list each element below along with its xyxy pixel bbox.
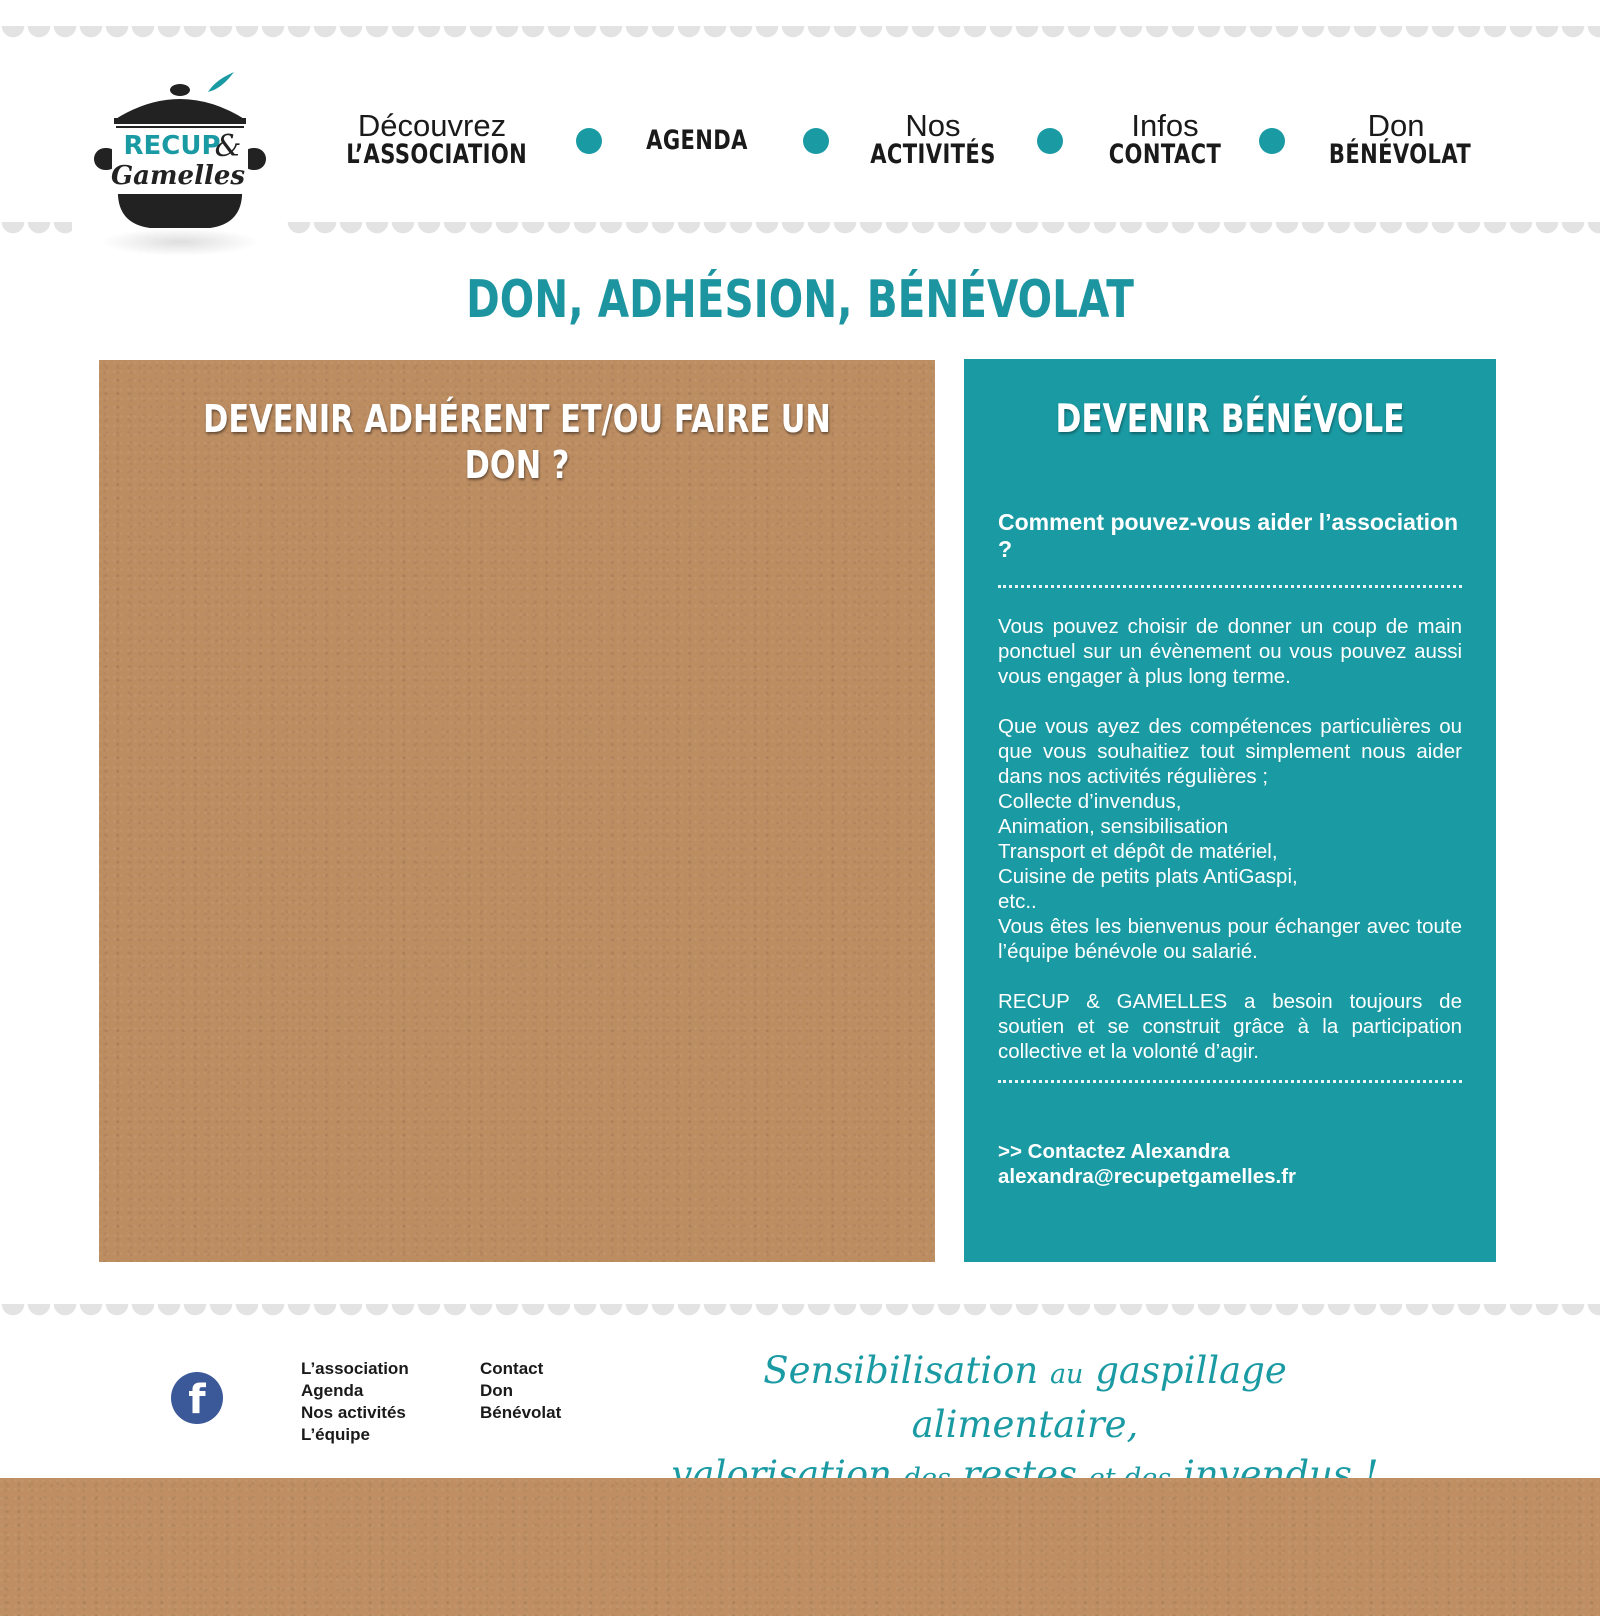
- volunteer-list-item: etc..: [998, 890, 1037, 913]
- volunteer-para-1: Vous pouvez choisir de donner un coup de…: [998, 615, 1462, 688]
- nav-contact[interactable]: Infos CONTACT: [1090, 108, 1240, 170]
- nav-activites[interactable]: Nos ACTIVITÉS: [850, 108, 1016, 170]
- volunteer-list-item: Transport et dépôt de matériel,: [998, 840, 1278, 863]
- volunteer-list-item: Animation, sensibilisation: [998, 815, 1229, 838]
- nav-separator-dot: [803, 128, 829, 154]
- nav-agenda-label: AGENDA: [646, 125, 748, 156]
- footer-link-don[interactable]: Don: [480, 1380, 561, 1402]
- footer-links-col-1: L’association Agenda Nos activités L’équ…: [301, 1358, 409, 1446]
- scallop-border-footer: [0, 1304, 1600, 1324]
- volunteer-para-2-end: Vous êtes les bienvenus pour échanger av…: [998, 915, 1462, 963]
- volunteer-panel-title: DEVENIR BÉNÉVOLE: [1055, 397, 1405, 442]
- volunteer-para-3: RECUP & GAMELLES a besoin toujours de so…: [998, 990, 1462, 1063]
- logo-ampersand: &: [215, 129, 242, 164]
- contact-link[interactable]: >> Contactez Alexandra: [998, 1139, 1478, 1164]
- nav-separator-dot: [1037, 128, 1063, 154]
- nav-activites-line2: ACTIVITÉS: [870, 139, 996, 170]
- nav-association[interactable]: Découvrez L’ASSOCIATION: [322, 108, 542, 170]
- footer-link-agenda[interactable]: Agenda: [301, 1380, 409, 1402]
- nav-activites-line1: Nos: [905, 108, 961, 143]
- donation-panel-title: DEVENIR ADHÉRENT ET/OU FAIRE UN DON ?: [203, 397, 831, 487]
- dotted-divider: [998, 1080, 1462, 1083]
- nav-agenda[interactable]: AGENDA: [612, 112, 782, 156]
- footer-link-contact[interactable]: Contact: [480, 1358, 561, 1380]
- dotted-divider: [998, 585, 1462, 588]
- footer-link-benevolat[interactable]: Bénévolat: [480, 1402, 561, 1424]
- footer-link-activites[interactable]: Nos activités: [301, 1402, 409, 1424]
- footer-kraft-band: [0, 1478, 1600, 1616]
- nav-separator-dot: [576, 128, 602, 154]
- nav-association-line1: Découvrez: [357, 108, 507, 143]
- nav-benevolat-line2: BÉNÉVOLAT: [1328, 139, 1472, 170]
- volunteer-list-item: Collecte d’invendus,: [998, 790, 1182, 813]
- facebook-icon[interactable]: f: [171, 1372, 223, 1424]
- nav-benevolat[interactable]: Don BÉNÉVOLAT: [1310, 108, 1482, 170]
- nav-contact-line2: CONTACT: [1108, 139, 1222, 170]
- steam-icon: [208, 72, 234, 92]
- footer-link-association[interactable]: L’association: [301, 1358, 409, 1380]
- volunteer-description: Vous pouvez choisir de donner un coup de…: [998, 614, 1462, 1089]
- logo-text-gamelles: Gamelles: [111, 161, 245, 191]
- page-title: DON, ADHÉSION, BÉNÉVOLAT: [466, 270, 1134, 330]
- volunteer-list-item: Cuisine de petits plats AntiGaspi,: [998, 865, 1298, 888]
- nav-contact-line1: Infos: [1131, 108, 1199, 143]
- logo-text-recup: RECUP: [123, 131, 220, 161]
- volunteer-question: Comment pouvez-vous aider l’association …: [998, 509, 1459, 562]
- volunteer-para-2-line: Que vous ayez des compétences particuliè…: [998, 715, 1462, 788]
- tagline-word: Sensibilisation: [763, 1349, 1039, 1392]
- nav-benevolat-line1: Don: [1367, 108, 1425, 143]
- nav-separator-dot: [1259, 128, 1285, 154]
- footer-links-col-2: Contact Don Bénévolat: [480, 1358, 561, 1424]
- tagline-word: au: [1049, 1359, 1084, 1390]
- contact-block: >> Contactez Alexandra alexandra@recupet…: [998, 1139, 1478, 1189]
- nav-association-line2: L’ASSOCIATION: [346, 139, 528, 170]
- logo[interactable]: RECUP & Gamelles: [90, 64, 270, 254]
- contact-email-link[interactable]: alexandra@recupetgamelles.fr: [998, 1164, 1478, 1189]
- volunteer-panel: DEVENIR BÉNÉVOLE Comment pouvez-vous aid…: [964, 359, 1496, 1262]
- donation-panel: DEVENIR ADHÉRENT ET/OU FAIRE UN DON ?: [99, 360, 935, 1262]
- scallop-border-top: [0, 26, 1600, 46]
- footer-link-equipe[interactable]: L’équipe: [301, 1424, 409, 1446]
